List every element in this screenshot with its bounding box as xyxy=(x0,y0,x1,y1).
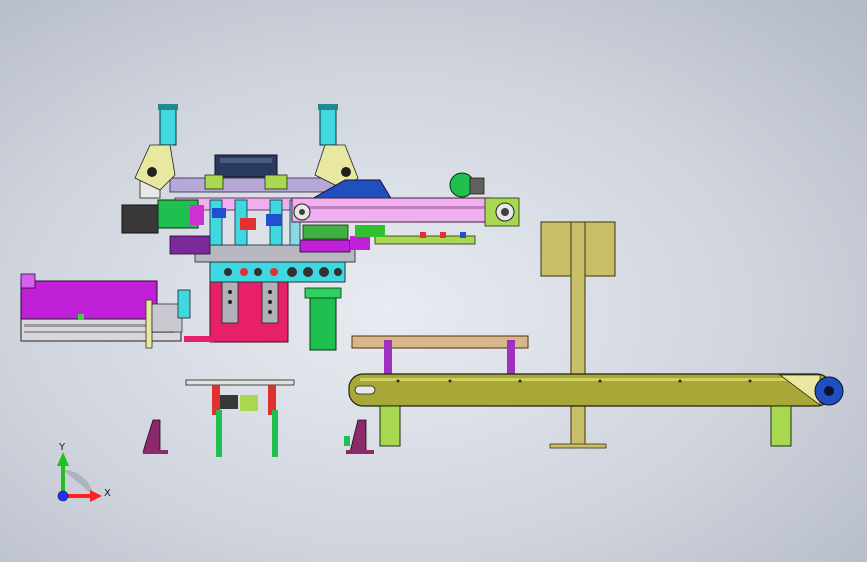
cad-viewport[interactable]: Y X xyxy=(0,0,867,562)
vertical-support[interactable] xyxy=(540,221,616,449)
cad-model[interactable] xyxy=(0,0,867,562)
workpiece-table[interactable] xyxy=(351,335,529,376)
belt-conveyor[interactable] xyxy=(348,373,844,447)
x-axis-label: X xyxy=(104,488,111,499)
y-axis-arrow xyxy=(61,463,65,493)
bracket-left xyxy=(142,419,161,453)
z-axis-dot xyxy=(57,490,69,502)
small-table[interactable] xyxy=(185,379,295,457)
coordinate-triad xyxy=(57,452,102,502)
y-axis-label: Y xyxy=(59,442,66,453)
bracket-right xyxy=(349,419,367,453)
left-box-unit[interactable] xyxy=(20,273,191,349)
